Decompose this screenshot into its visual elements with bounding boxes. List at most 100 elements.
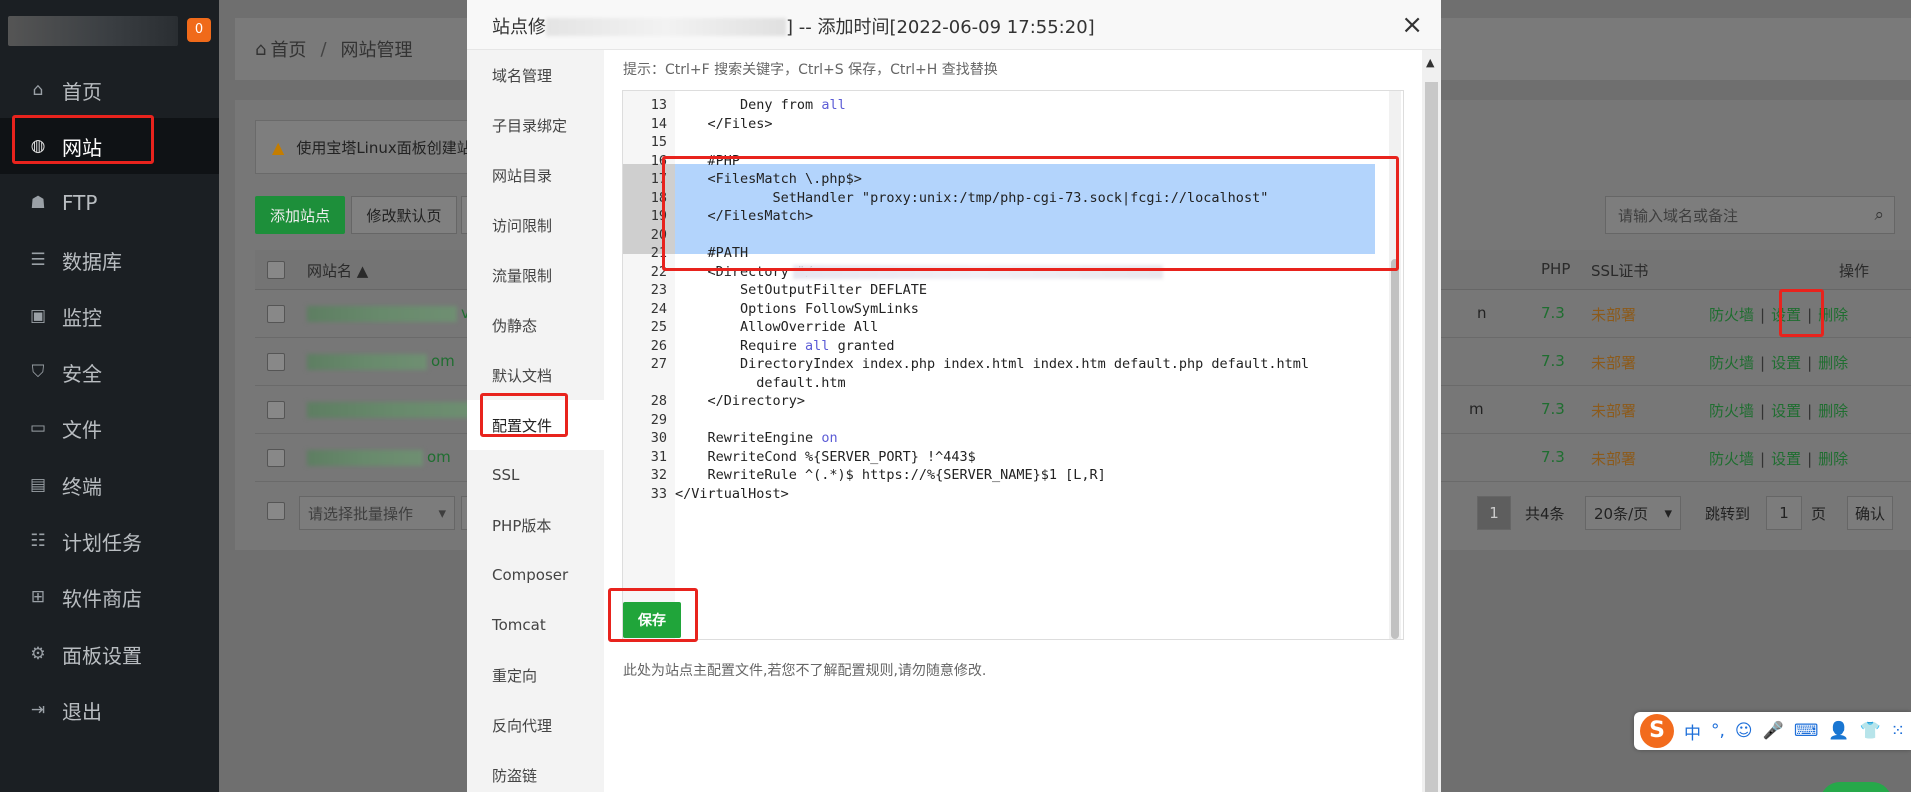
- warning-icon: ▲: [272, 137, 285, 157]
- site-name-blurred[interactable]: [307, 354, 427, 370]
- nav-site-directory[interactable]: 网站目录: [467, 150, 604, 200]
- sidebar-item-security[interactable]: ⛉ 安全: [0, 344, 219, 400]
- separator: |: [1807, 306, 1813, 324]
- sidebar-item-settings[interactable]: ⚙ 面板设置: [0, 626, 219, 682]
- site-search-input[interactable]: 请输入域名或备注 ⌕: [1605, 196, 1895, 234]
- nav-default-document[interactable]: 默认文档: [467, 350, 604, 400]
- ime-keyboard-icon[interactable]: ⌨: [1794, 721, 1819, 741]
- settings-link[interactable]: 设置: [1771, 402, 1801, 420]
- add-site-button[interactable]: 添加站点: [255, 196, 345, 234]
- nav-php-version[interactable]: PHP版本: [467, 500, 604, 550]
- breadcrumb-home[interactable]: 首页: [270, 36, 306, 62]
- ssl-status[interactable]: 未部署: [1591, 352, 1636, 373]
- ssl-status[interactable]: 未部署: [1591, 448, 1636, 469]
- settings-link[interactable]: 设置: [1771, 306, 1801, 324]
- delete-link[interactable]: 删除: [1818, 402, 1848, 420]
- nav-redirect[interactable]: 重定向: [467, 650, 604, 700]
- nav-tomcat[interactable]: Tomcat: [467, 600, 604, 650]
- modal-scrollbar-thumb[interactable]: [1425, 82, 1438, 792]
- modal-scrollbar[interactable]: ▲: [1422, 50, 1441, 792]
- code-line[interactable]: 33 </VirtualHost>: [623, 483, 1383, 506]
- page-current[interactable]: 1: [1477, 496, 1511, 530]
- ssl-status[interactable]: 未部署: [1591, 400, 1636, 421]
- ssl-status[interactable]: 未部署: [1591, 304, 1636, 325]
- sidebar-item-home[interactable]: ⌂ 首页: [0, 62, 219, 118]
- php-version[interactable]: 7.3: [1541, 352, 1565, 370]
- modify-default-page-button[interactable]: 修改默认页: [351, 196, 457, 234]
- save-button[interactable]: 保存: [623, 602, 681, 638]
- search-icon[interactable]: ⌕: [1874, 205, 1884, 225]
- php-version[interactable]: 7.3: [1541, 304, 1565, 322]
- nav-ssl[interactable]: SSL: [467, 450, 604, 500]
- site-name-blurred[interactable]: [307, 306, 457, 322]
- per-page-select[interactable]: 20条/页 ▾: [1585, 496, 1681, 530]
- firewall-link[interactable]: 防火墙: [1709, 306, 1754, 324]
- floating-widget[interactable]: [1820, 782, 1892, 792]
- sogou-logo-icon[interactable]: S: [1640, 714, 1674, 748]
- row-checkbox[interactable]: [267, 401, 285, 419]
- jump-confirm-button[interactable]: 确认: [1847, 496, 1893, 530]
- site-name-suffix[interactable]: om: [431, 352, 455, 370]
- total-count: 共4条: [1525, 504, 1565, 523]
- sidebar-item-cron[interactable]: ☷ 计划任务: [0, 513, 219, 569]
- settings-link[interactable]: 设置: [1771, 450, 1801, 468]
- php-version[interactable]: 7.3: [1541, 400, 1565, 418]
- firewall-link[interactable]: 防火墙: [1709, 354, 1754, 372]
- ime-toolbar[interactable]: S 中 °, ☺ 🎤 ⌨ 👤 👕 ⁙: [1634, 712, 1911, 750]
- row-trailing-text: m: [1469, 400, 1484, 418]
- row-checkbox[interactable]: [267, 305, 285, 323]
- delete-link[interactable]: 删除: [1818, 450, 1848, 468]
- ime-voice-icon[interactable]: 🎤: [1763, 721, 1784, 741]
- editor-scrollbar[interactable]: [1389, 91, 1401, 639]
- bottom-select-all-checkbox[interactable]: [267, 502, 285, 520]
- separator: |: [1807, 450, 1813, 468]
- sidebar-item-terminal[interactable]: ▤ 终端: [0, 457, 219, 513]
- ime-chinese-mode[interactable]: 中: [1684, 719, 1701, 744]
- ime-punctuation-icon[interactable]: °,: [1711, 721, 1725, 741]
- firewall-link[interactable]: 防火墙: [1709, 402, 1754, 420]
- scroll-up-icon[interactable]: ▲: [1426, 56, 1434, 69]
- nav-composer[interactable]: Composer: [467, 550, 604, 600]
- row-checkbox[interactable]: [267, 353, 285, 371]
- sidebar-item-label: 计划任务: [62, 530, 142, 555]
- nav-access-restriction[interactable]: 访问限制: [467, 200, 604, 250]
- jump-page-input[interactable]: 1: [1766, 496, 1802, 530]
- sidebar-item-database[interactable]: ☰ 数据库: [0, 232, 219, 288]
- nav-domain-management[interactable]: 域名管理: [467, 50, 604, 100]
- notification-badge[interactable]: 0: [187, 18, 211, 42]
- nav-rewrite[interactable]: 伪静态: [467, 300, 604, 350]
- ime-skin-icon[interactable]: 👕: [1860, 721, 1881, 741]
- close-icon[interactable]: ×: [1401, 10, 1423, 40]
- site-name-blurred[interactable]: [307, 402, 487, 418]
- globe-icon: ◍: [30, 136, 46, 156]
- site-name-blurred[interactable]: [307, 450, 423, 466]
- editor-scrollbar-thumb[interactable]: [1391, 259, 1399, 639]
- settings-link[interactable]: 设置: [1771, 354, 1801, 372]
- nav-reverse-proxy[interactable]: 反向代理: [467, 700, 604, 750]
- nav-config-file[interactable]: 配置文件: [467, 400, 604, 450]
- nav-traffic-limit[interactable]: 流量限制: [467, 250, 604, 300]
- site-name-suffix[interactable]: om: [427, 448, 451, 466]
- sidebar-item-store[interactable]: ⊞ 软件商店: [0, 569, 219, 625]
- monitor-icon: ▣: [29, 306, 47, 326]
- select-all-checkbox[interactable]: [267, 261, 285, 279]
- row-checkbox[interactable]: [267, 449, 285, 467]
- delete-link[interactable]: 删除: [1818, 306, 1848, 324]
- sidebar-item-monitor[interactable]: ▣ 监控: [0, 288, 219, 344]
- delete-link[interactable]: 删除: [1818, 354, 1848, 372]
- modal-title-prefix: 站点修: [492, 17, 546, 38]
- ime-user-icon[interactable]: 👤: [1828, 721, 1849, 741]
- php-version[interactable]: 7.3: [1541, 448, 1565, 466]
- firewall-link[interactable]: 防火墙: [1709, 450, 1754, 468]
- sidebar-item-ftp[interactable]: ☗ FTP: [0, 175, 219, 231]
- nav-subdirectory-binding[interactable]: 子目录绑定: [467, 100, 604, 150]
- column-site-name[interactable]: 网站名 ▲: [307, 260, 368, 281]
- ime-menu-icon[interactable]: ⁙: [1891, 721, 1905, 741]
- sidebar-item-logout[interactable]: ⇥ 退出: [0, 682, 219, 738]
- config-code-editor[interactable]: 13 Deny from all 14 </Files> 15 16 #PHP 17 <…: [622, 90, 1404, 640]
- sidebar-item-files[interactable]: ▭ 文件: [0, 400, 219, 456]
- nav-hotlink-protection[interactable]: 防盗链: [467, 750, 604, 792]
- batch-operation-select[interactable]: 请选择批量操作 ▾: [299, 496, 455, 530]
- ime-emoji-icon[interactable]: ☺: [1735, 721, 1753, 741]
- sidebar-item-website[interactable]: ◍ 网站: [0, 118, 219, 174]
